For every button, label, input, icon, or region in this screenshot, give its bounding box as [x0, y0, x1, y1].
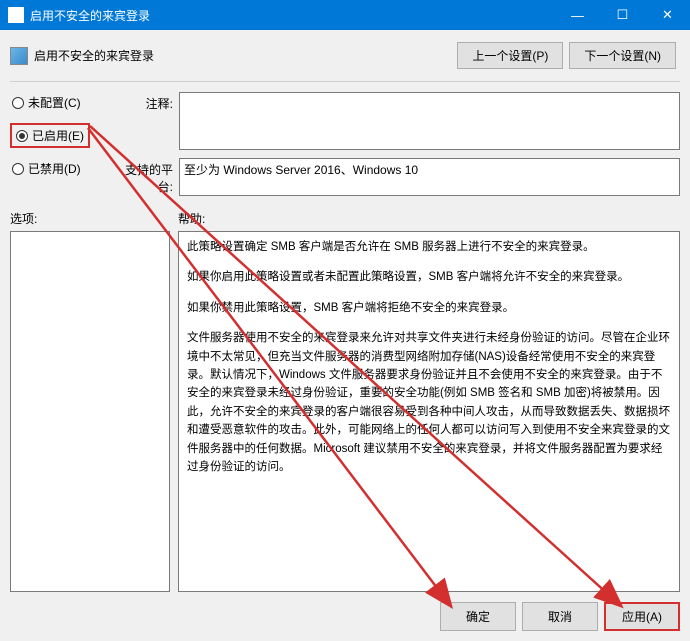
platform-label: 支持的平台: — [115, 158, 179, 195]
close-button[interactable]: ✕ — [645, 0, 690, 30]
radio-not-configured[interactable]: 未配置(C) — [10, 92, 105, 113]
prev-setting-button[interactable]: 上一个设置(P) — [457, 42, 563, 69]
radio-circle-icon — [12, 163, 24, 175]
apply-button[interactable]: 应用(A) — [604, 602, 680, 631]
help-box[interactable]: 此策略设置确定 SMB 客户端是否允许在 SMB 服务器上进行不安全的来宾登录。… — [178, 231, 680, 592]
policy-title: 启用不安全的来宾登录 — [34, 47, 457, 64]
radio-label: 未配置(C) — [28, 94, 81, 111]
radio-label: 已禁用(D) — [28, 160, 81, 177]
cancel-button[interactable]: 取消 — [522, 602, 598, 631]
help-paragraph: 如果你禁用此策略设置，SMB 客户端将拒绝不安全的来宾登录。 — [187, 299, 671, 317]
radio-circle-selected-icon — [16, 130, 28, 142]
help-label: 帮助: — [178, 210, 680, 227]
options-label: 选项: — [10, 210, 170, 227]
comment-input[interactable] — [179, 92, 680, 150]
policy-icon — [10, 47, 28, 65]
titlebar: 启用不安全的来宾登录 — ☐ ✕ — [0, 0, 690, 30]
ok-button[interactable]: 确定 — [440, 602, 516, 631]
radio-disabled[interactable]: 已禁用(D) — [10, 158, 105, 179]
help-paragraph: 此策略设置确定 SMB 客户端是否允许在 SMB 服务器上进行不安全的来宾登录。 — [187, 238, 671, 256]
minimize-button[interactable]: — — [555, 0, 600, 30]
maximize-button[interactable]: ☐ — [600, 0, 645, 30]
platform-box: 至少为 Windows Server 2016、Windows 10 — [179, 158, 680, 196]
radio-label: 已启用(E) — [32, 127, 84, 144]
app-icon — [8, 7, 24, 23]
window-title: 启用不安全的来宾登录 — [30, 7, 555, 24]
next-setting-button[interactable]: 下一个设置(N) — [569, 42, 676, 69]
radio-enabled[interactable]: 已启用(E) — [10, 123, 90, 148]
options-box — [10, 231, 170, 592]
help-paragraph: 如果你启用此策略设置或者未配置此策略设置，SMB 客户端将允许不安全的来宾登录。 — [187, 268, 671, 286]
window-controls: — ☐ ✕ — [555, 0, 690, 30]
radio-circle-icon — [12, 97, 24, 109]
config-radio-group: 未配置(C) 已启用(E) 已禁用(D) — [10, 92, 105, 179]
divider — [10, 81, 680, 82]
comment-label: 注释: — [115, 92, 179, 112]
platform-value: 至少为 Windows Server 2016、Windows 10 — [184, 163, 418, 177]
help-paragraph: 文件服务器使用不安全的来宾登录来允许对共享文件夹进行未经身份验证的访问。尽管在企… — [187, 329, 671, 476]
